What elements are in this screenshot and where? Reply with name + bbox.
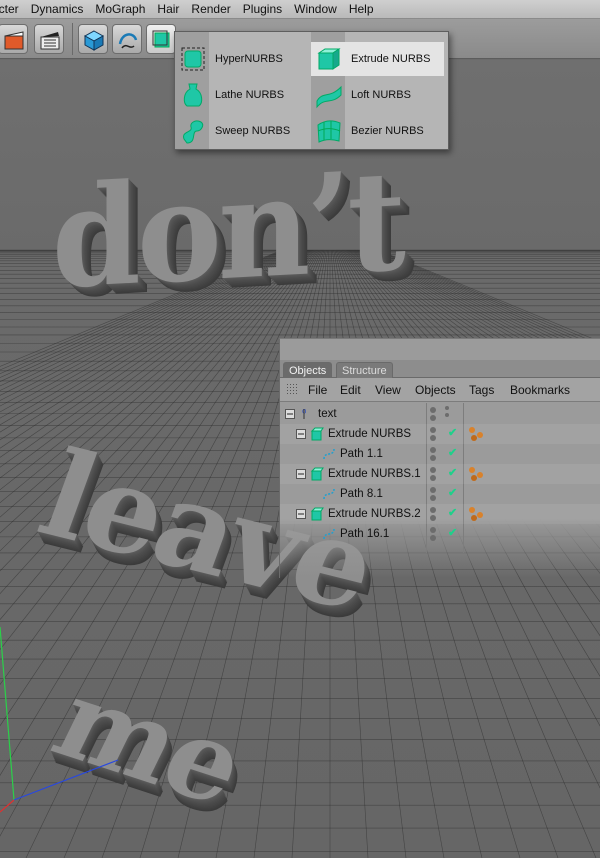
panel-grip-icon[interactable] bbox=[286, 383, 298, 395]
lathe-nurbs-icon bbox=[183, 83, 203, 107]
object-name: Path 8.1 bbox=[340, 488, 383, 500]
menu-window[interactable]: Window bbox=[288, 0, 343, 18]
nurbs-dropdown-menu: HyperNURBS Extrude NURBS Lathe NURBS Lof… bbox=[174, 31, 449, 150]
phong-tag-icon[interactable] bbox=[468, 506, 484, 522]
tab-objects[interactable]: Objects bbox=[283, 362, 333, 378]
object-name: Path 16.1 bbox=[340, 528, 390, 540]
extrude-nurbs-icon bbox=[310, 507, 324, 521]
spline-pen-icon bbox=[118, 33, 138, 49]
om-menu-file[interactable]: File bbox=[308, 383, 327, 397]
om-menu-bookmarks[interactable]: Bookmarks bbox=[510, 383, 570, 397]
object-manager-tabs: Objects Structure bbox=[280, 360, 600, 378]
menu-mograph[interactable]: MoGraph bbox=[89, 0, 151, 18]
object-manager-panel: Objects Structure File Edit View Objects… bbox=[279, 338, 600, 578]
menu-item-label: Bezier NURBS bbox=[351, 125, 424, 137]
menu-render[interactable]: Render bbox=[185, 0, 236, 18]
text-dont[interactable]: don’t bbox=[52, 139, 402, 320]
extrude-nurbs-icon bbox=[317, 48, 341, 70]
cube-button[interactable] bbox=[78, 24, 108, 54]
extrude-nurbs-icon bbox=[310, 427, 324, 441]
menu-item-label: Lathe NURBS bbox=[215, 89, 285, 101]
collapse-toggle-icon[interactable] bbox=[296, 469, 306, 479]
list-item[interactable]: Extrude NURBS.2 ✔ bbox=[280, 504, 600, 524]
enabled-check-icon[interactable]: ✔ bbox=[448, 526, 457, 539]
null-icon: ⁰ bbox=[302, 407, 307, 420]
list-item[interactable]: Extrude NURBS.1 ✔ bbox=[280, 464, 600, 484]
object-name: Path 1.1 bbox=[340, 448, 383, 460]
list-item[interactable]: Path 8.1 ✔ bbox=[280, 484, 600, 504]
bezier-nurbs-icon bbox=[317, 120, 341, 143]
om-menu-edit[interactable]: Edit bbox=[340, 383, 361, 397]
list-item[interactable]: Path 1.1 ✔ bbox=[280, 444, 600, 464]
clapper-red-icon bbox=[4, 31, 24, 50]
enabled-check-icon[interactable]: ✔ bbox=[448, 426, 457, 439]
collapse-toggle-icon[interactable] bbox=[296, 429, 306, 439]
list-item[interactable]: Extrude NURBS ✔ bbox=[280, 424, 600, 444]
object-name: Extrude NURBS bbox=[328, 428, 412, 440]
object-name: Extrude NURBS.2 bbox=[328, 508, 421, 520]
menu-character[interactable]: acter bbox=[0, 0, 25, 18]
render-settings-button[interactable] bbox=[34, 24, 64, 54]
loft-nurbs-icon bbox=[316, 85, 342, 109]
menu-item-sweep-nurbs[interactable]: Sweep NURBS bbox=[175, 114, 308, 148]
menu-item-hypernurbs[interactable]: HyperNURBS bbox=[175, 42, 308, 76]
enabled-check-icon[interactable]: ✔ bbox=[448, 506, 457, 519]
menu-dynamics[interactable]: Dynamics bbox=[25, 0, 90, 18]
path-spline-icon bbox=[323, 488, 335, 500]
menu-hair[interactable]: Hair bbox=[151, 0, 185, 18]
list-item[interactable]: Path 16.1 ✔ bbox=[280, 524, 600, 544]
collapse-toggle-icon[interactable] bbox=[285, 409, 295, 419]
list-item[interactable]: ⁰ text bbox=[280, 404, 600, 424]
menu-plugins[interactable]: Plugins bbox=[237, 0, 288, 18]
object-manager-menubar: File Edit View Objects Tags Bookmarks bbox=[280, 378, 600, 402]
object-list: ⁰ text Extrude NURBS ✔ Path 1.1 ✔ Extrud… bbox=[280, 403, 600, 579]
enabled-check-icon[interactable]: ✔ bbox=[448, 466, 457, 479]
app-menubar: acter Dynamics MoGraph Hair Render Plugi… bbox=[0, 0, 600, 19]
menu-item-bezier-nurbs[interactable]: Bezier NURBS bbox=[311, 114, 444, 148]
phong-tag-icon[interactable] bbox=[468, 426, 484, 442]
enabled-check-icon[interactable]: ✔ bbox=[448, 446, 457, 459]
object-name: Extrude NURBS.1 bbox=[328, 468, 421, 480]
menu-help[interactable]: Help bbox=[343, 0, 380, 18]
menu-item-lathe-nurbs[interactable]: Lathe NURBS bbox=[175, 78, 308, 112]
spline-button[interactable] bbox=[112, 24, 142, 54]
cube-icon bbox=[83, 30, 105, 51]
path-spline-icon bbox=[323, 448, 335, 460]
collapse-toggle-icon[interactable] bbox=[296, 509, 306, 519]
clapper-film-icon bbox=[40, 32, 60, 50]
om-menu-view[interactable]: View bbox=[375, 383, 401, 397]
path-spline-icon bbox=[323, 528, 335, 540]
enabled-check-icon[interactable]: ✔ bbox=[448, 486, 457, 499]
om-menu-objects[interactable]: Objects bbox=[415, 383, 456, 397]
menu-item-extrude-nurbs[interactable]: Extrude NURBS bbox=[311, 42, 444, 76]
tab-structure[interactable]: Structure bbox=[336, 362, 393, 378]
phong-tag-icon[interactable] bbox=[468, 466, 484, 482]
nurbs-button[interactable] bbox=[146, 24, 176, 54]
om-menu-tags[interactable]: Tags bbox=[469, 383, 494, 397]
menu-item-label: Extrude NURBS bbox=[351, 53, 431, 65]
hypernurbs-icon bbox=[181, 47, 205, 71]
sweep-nurbs-icon bbox=[183, 120, 204, 144]
object-name: text bbox=[318, 408, 337, 420]
menu-item-label: HyperNURBS bbox=[215, 53, 283, 65]
menu-item-loft-nurbs[interactable]: Loft NURBS bbox=[311, 78, 444, 112]
nurbs-icon bbox=[152, 30, 170, 48]
render-view-button[interactable] bbox=[0, 24, 28, 54]
menu-item-label: Sweep NURBS bbox=[215, 125, 291, 137]
menu-item-label: Loft NURBS bbox=[351, 89, 411, 101]
extrude-nurbs-icon bbox=[310, 467, 324, 481]
